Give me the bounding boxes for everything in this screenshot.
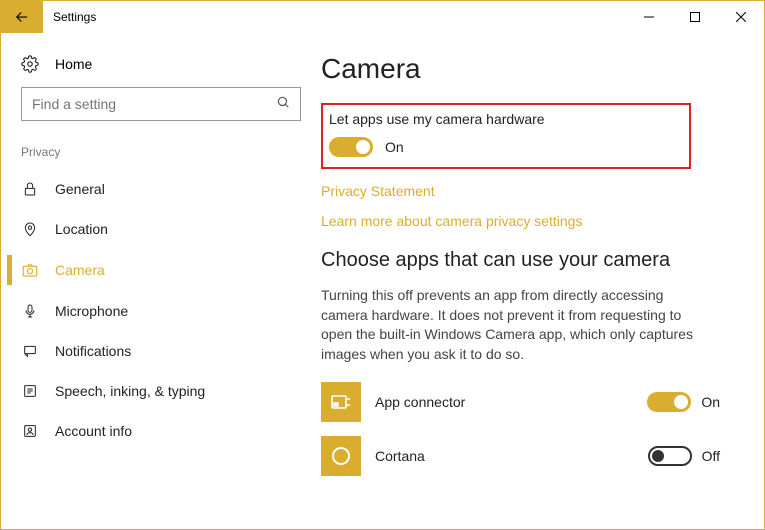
app-name: App connector	[375, 394, 633, 410]
sidebar-item-label: Location	[55, 221, 108, 237]
arrow-left-icon	[13, 8, 31, 26]
main-panel: Camera Let apps use my camera hardware O…	[321, 33, 764, 529]
highlight-box: Let apps use my camera hardware On	[321, 103, 691, 169]
sidebar-item-account[interactable]: Account info	[1, 411, 321, 451]
back-button[interactable]	[1, 1, 43, 33]
app-connector-icon	[321, 382, 361, 422]
speech-icon	[21, 383, 39, 399]
sidebar-item-label: Account info	[55, 423, 132, 439]
home-label: Home	[55, 56, 92, 72]
master-toggle[interactable]	[329, 137, 373, 157]
search-box[interactable]	[21, 87, 301, 121]
camera-icon	[21, 261, 39, 279]
master-toggle-state: On	[385, 139, 404, 155]
learn-more-link[interactable]: Learn more about camera privacy settings	[321, 213, 730, 229]
window-title: Settings	[43, 10, 96, 24]
page-title: Camera	[321, 53, 730, 85]
microphone-icon	[21, 303, 39, 319]
cortana-toggle[interactable]	[648, 446, 692, 466]
notifications-icon	[21, 343, 39, 359]
close-button[interactable]	[718, 1, 764, 33]
sidebar-item-notifications[interactable]: Notifications	[1, 331, 321, 371]
app-connector-toggle[interactable]	[647, 392, 691, 412]
sidebar-item-label: Camera	[55, 262, 105, 278]
sidebar-item-camera[interactable]: Camera	[1, 249, 321, 291]
minimize-icon	[644, 12, 654, 22]
sidebar-item-location[interactable]: Location	[1, 209, 321, 249]
search-icon	[276, 95, 290, 114]
master-toggle-caption: Let apps use my camera hardware	[329, 111, 679, 127]
lock-icon	[21, 181, 39, 197]
close-icon	[736, 12, 746, 22]
sidebar-item-microphone[interactable]: Microphone	[1, 291, 321, 331]
search-input[interactable]	[32, 96, 276, 112]
choose-apps-description: Turning this off prevents an app from di…	[321, 286, 701, 364]
sidebar-item-label: Notifications	[55, 343, 131, 359]
cortana-icon	[321, 436, 361, 476]
minimize-button[interactable]	[626, 1, 672, 33]
account-icon	[21, 423, 39, 439]
app-row: Cortana Off	[321, 436, 730, 476]
location-icon	[21, 221, 39, 237]
maximize-button[interactable]	[672, 1, 718, 33]
app-toggle-state: On	[701, 394, 720, 410]
sidebar-item-label: General	[55, 181, 105, 197]
app-name: Cortana	[375, 448, 634, 464]
sidebar: Home Privacy General Location Camera	[1, 33, 321, 529]
home-button[interactable]: Home	[1, 45, 321, 87]
category-heading: Privacy	[1, 141, 321, 169]
maximize-icon	[690, 12, 700, 22]
app-toggle-state: Off	[702, 448, 720, 464]
privacy-statement-link[interactable]: Privacy Statement	[321, 183, 730, 199]
choose-apps-heading: Choose apps that can use your camera	[321, 249, 730, 272]
sidebar-item-speech[interactable]: Speech, inking, & typing	[1, 371, 321, 411]
window-controls	[626, 1, 764, 33]
titlebar: Settings	[1, 1, 764, 33]
sidebar-item-general[interactable]: General	[1, 169, 321, 209]
gear-icon	[21, 55, 39, 73]
sidebar-item-label: Speech, inking, & typing	[55, 383, 205, 399]
sidebar-item-label: Microphone	[55, 303, 128, 319]
app-row: App connector On	[321, 382, 730, 422]
